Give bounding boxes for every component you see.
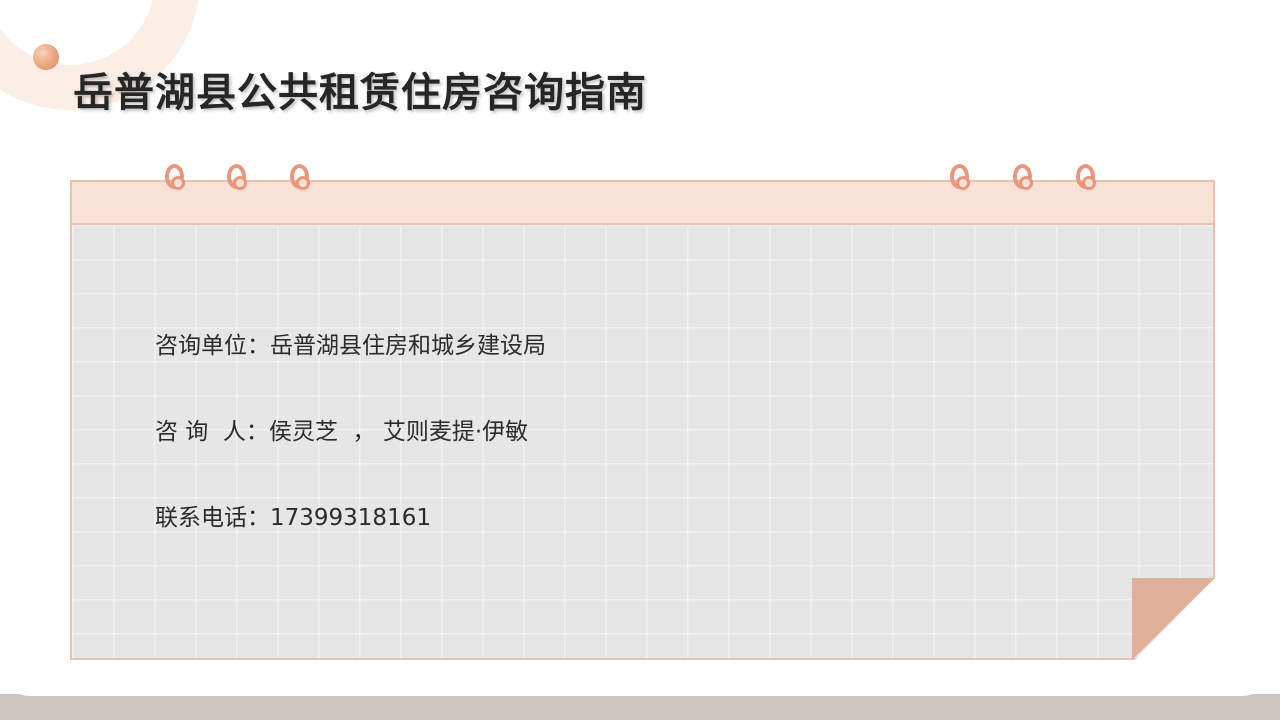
- page-title: 岳普湖县公共租赁住房咨询指南: [73, 70, 647, 116]
- slide: 岳普湖县公共租赁住房咨询指南 咨询单位：岳普湖县住房和城乡建设局 咨 询 人：侯…: [0, 0, 1280, 720]
- consult-unit-label: 咨询单位：: [155, 333, 270, 359]
- contact-phone-label: 联系电话：: [155, 505, 270, 531]
- consult-person-line: 咨 询 人：侯灵芝 ， 艾则麦提·伊敏: [155, 412, 528, 446]
- consult-unit-value: 岳普湖县住房和城乡建设局: [270, 333, 546, 359]
- decorative-dot-icon: [33, 44, 59, 70]
- binder-ring-icon: [950, 164, 970, 190]
- binder-ring-icon: [227, 164, 247, 190]
- binder-ring-icon: [1076, 164, 1096, 190]
- binder-ring-icon: [1013, 164, 1033, 190]
- consult-person-value: 侯灵芝 ， 艾则麦提·伊敏: [268, 419, 529, 445]
- binder-ring-icon: [165, 164, 185, 190]
- consult-unit-line: 咨询单位：岳普湖县住房和城乡建设局: [155, 326, 546, 360]
- consult-person-label: 咨 询 人：: [155, 419, 269, 445]
- contact-phone-line: 联系电话：17399318161: [155, 498, 431, 532]
- contact-phone-value: 17399318161: [270, 505, 431, 531]
- bottom-band: [0, 694, 1280, 720]
- binder-ring-icon: [290, 164, 310, 190]
